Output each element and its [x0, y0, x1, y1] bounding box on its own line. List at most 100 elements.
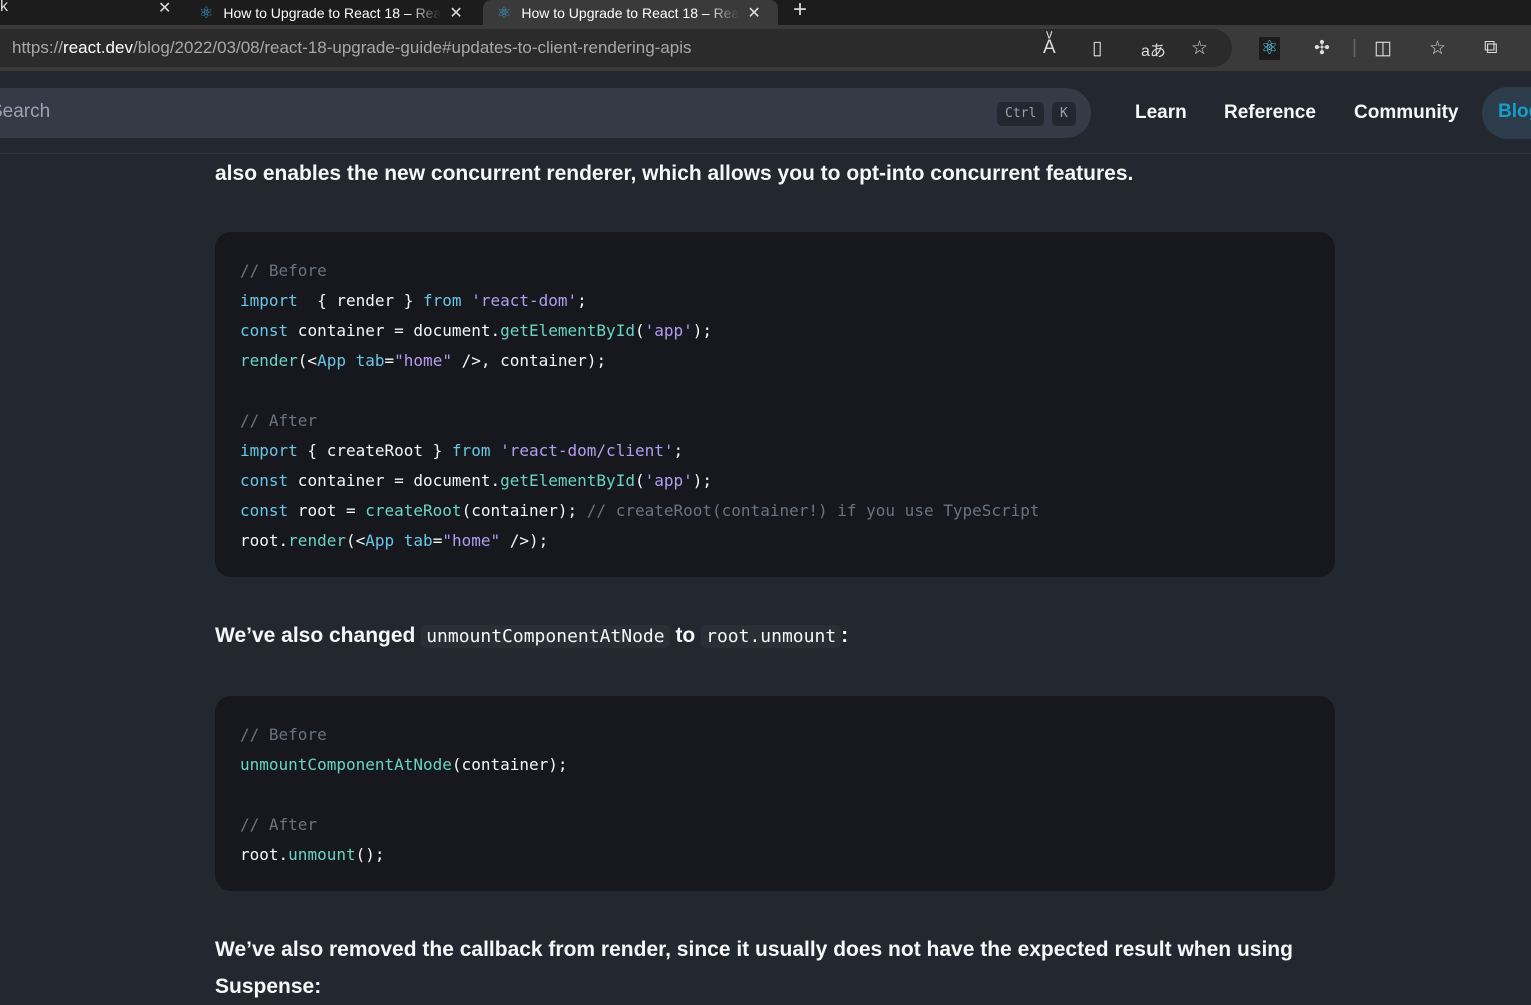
code-keyword: import: [240, 291, 298, 310]
code-keyword: import: [240, 441, 298, 460]
paragraph: We’ve also removed the callback from ren…: [215, 938, 1293, 998]
code-text: (container);: [461, 501, 587, 520]
code-text: (<: [297, 351, 318, 370]
code-comment: // Before: [240, 261, 327, 280]
close-tab-icon[interactable]: ✕: [747, 3, 760, 23]
search-placeholder: Search: [0, 101, 51, 122]
code-keyword: const: [240, 321, 289, 340]
code-keyword: const: [240, 501, 289, 520]
inline-code: root.unmount: [701, 625, 842, 648]
extensions-icon[interactable]: ✣: [1314, 37, 1330, 60]
code-text: =: [432, 531, 443, 550]
react-favicon-icon: ⚛: [497, 4, 512, 22]
url-host: react.dev: [63, 38, 133, 57]
code-tag: App: [365, 531, 395, 550]
code-keyword: from: [423, 291, 462, 310]
code-function: unmountComponentAtNode: [240, 755, 452, 774]
nav-learn[interactable]: Learn: [1135, 102, 1187, 124]
code-text: />, container);: [451, 351, 607, 370]
close-tab-icon[interactable]: ✕: [449, 3, 462, 23]
code-function: getElementById: [500, 471, 635, 490]
paragraph-unmount: We’ve also changed unmountComponentAtNod…: [215, 617, 1315, 655]
nav-community[interactable]: Community: [1354, 102, 1459, 124]
code-text: container = document.: [288, 471, 501, 490]
tab-2-active[interactable]: ⚛ How to Upgrade to React 18 – React ✕: [483, 0, 778, 25]
code-line: const root = createRoot(container); // c…: [240, 496, 1310, 526]
code-comment: // Before: [240, 725, 327, 744]
read-aloud-icon[interactable]: A︎ͮ: [1043, 37, 1056, 59]
code-line: // After: [240, 406, 1310, 436]
code-tag: App: [317, 351, 346, 370]
inline-code: unmountComponentAtNode: [421, 625, 670, 648]
text: We’ve also changed: [215, 624, 422, 647]
code-string: "home": [394, 351, 452, 370]
immersive-reader-icon[interactable]: ▯: [1092, 37, 1102, 60]
code-text: =: [384, 351, 395, 370]
translate-icon[interactable]: aあ: [1141, 37, 1166, 61]
kbd-ctrl: Ctrl: [997, 102, 1045, 126]
search-button[interactable]: Search Ctrl K: [0, 88, 1091, 138]
kbd-k: K: [1052, 102, 1076, 126]
partial-tab-label: k: [0, 0, 8, 15]
code-function: getElementById: [500, 321, 635, 340]
url-scheme: https://: [12, 38, 64, 57]
code-line: render(<App tab="home" />, container);: [240, 346, 1310, 376]
code-line: // After: [240, 810, 1310, 840]
code-comment: // After: [240, 815, 318, 834]
tab-strip: k ✕ ⚛ How to Upgrade to React 18 – React…: [0, 0, 1531, 25]
code-text: (: [634, 321, 645, 340]
code-text: />);: [500, 531, 549, 550]
code-function: render: [288, 531, 346, 550]
code-keyword: const: [240, 471, 289, 490]
code-text: root =: [288, 501, 366, 520]
text: to: [669, 624, 702, 647]
favorites-icon[interactable]: ☆: [1429, 37, 1446, 60]
code-text: );: [692, 321, 713, 340]
code-block-unmount: // Before unmountComponentAtNode(containe…: [215, 696, 1335, 891]
react-devtools-icon[interactable]: ⚛: [1259, 37, 1281, 60]
site-header: Search Ctrl K Learn Reference Community …: [0, 71, 1531, 154]
code-comment: // After: [240, 411, 318, 430]
code-block-create-root: // Before import { render } from 'react-d…: [215, 232, 1335, 577]
tab-title: How to Upgrade to React 18 – React: [223, 4, 442, 21]
new-tab-icon[interactable]: +: [793, 0, 807, 24]
code-line: // Before: [240, 256, 1310, 286]
code-line: root.unmount();: [240, 840, 1310, 870]
code-tag: tab: [355, 351, 385, 370]
code-comment: // createRoot(container!) if you use Typ…: [586, 501, 1040, 520]
toolbar-divider: |: [1352, 37, 1357, 58]
code-line: // Before: [240, 720, 1310, 750]
url-path: /blog/2022/03/08/react-18-upgrade-guide#…: [132, 38, 692, 57]
code-text: { render }: [297, 291, 424, 310]
code-function: render: [240, 351, 298, 370]
code-string: 'react-dom': [471, 291, 578, 310]
code-keyword: from: [451, 441, 491, 460]
code-line: unmountComponentAtNode(container);: [240, 750, 1310, 780]
code-text: root.: [240, 845, 289, 864]
nav-reference[interactable]: Reference: [1224, 102, 1316, 124]
nav-blog[interactable]: Blog: [1482, 87, 1531, 139]
code-text: root.: [240, 531, 289, 550]
code-string: 'app': [644, 471, 693, 490]
code-text: );: [692, 471, 713, 490]
code-text: (: [634, 471, 645, 490]
collections-icon[interactable]: ⧉: [1484, 37, 1498, 59]
tab-1[interactable]: ⚛ How to Upgrade to React 18 – React ✕: [185, 0, 480, 25]
react-favicon-icon: ⚛: [199, 4, 214, 22]
code-function: createRoot: [365, 501, 462, 520]
favorite-star-icon[interactable]: ☆: [1191, 37, 1208, 60]
code-text: container = document.: [288, 321, 501, 340]
code-line: const container = document.getElementByI…: [240, 316, 1310, 346]
code-line: root.render(<App tab="home" />);: [240, 526, 1310, 556]
split-screen-icon[interactable]: ◫: [1374, 37, 1392, 60]
code-line: import { render } from 'react-dom';: [240, 286, 1310, 316]
close-tab-icon[interactable]: ✕: [158, 0, 171, 18]
code-text: (<: [345, 531, 366, 550]
code-line: import { createRoot } from 'react-dom/cl…: [240, 436, 1310, 466]
